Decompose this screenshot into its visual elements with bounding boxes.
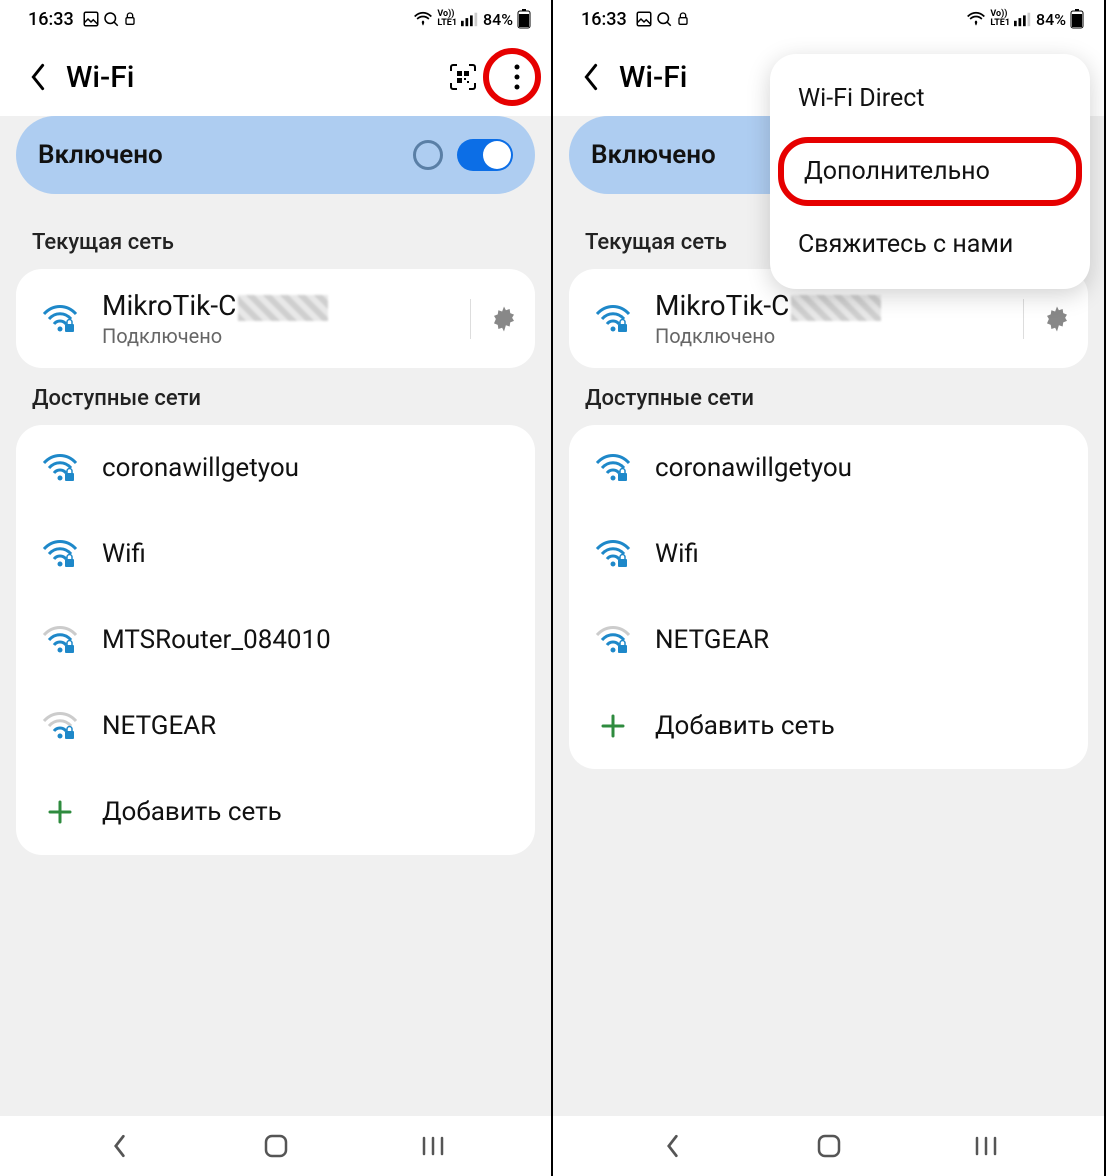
battery-icon — [1070, 9, 1084, 29]
page-title: Wi-Fi — [66, 60, 134, 95]
back-button[interactable] — [20, 59, 56, 95]
current-network-name: MikroTik-C — [102, 289, 462, 322]
qr-scan-button[interactable] — [443, 57, 483, 97]
status-bar: 16:33 Vo))LTE1 84% — [0, 0, 551, 38]
add-network-label: Добавить сеть — [102, 797, 519, 827]
popup-item-wifi-direct[interactable]: Wi-Fi Direct — [770, 64, 1090, 133]
available-networks-card: coronawillgetyou Wifi MTSRouter_084010 N… — [16, 425, 535, 855]
popup-item-advanced[interactable]: Дополнительно — [778, 137, 1082, 206]
refresh-icon[interactable] — [413, 140, 443, 170]
status-left-icons — [82, 10, 138, 28]
wifi-secured-icon — [593, 534, 633, 574]
network-row[interactable]: MTSRouter_084010 — [16, 597, 535, 683]
current-network-name: MikroTik-C — [655, 289, 1015, 322]
nav-recents-button[interactable] — [973, 1135, 999, 1157]
network-name: Wifi — [655, 539, 1072, 569]
nav-bar — [553, 1116, 1104, 1176]
nav-bar — [0, 1116, 551, 1176]
add-network-row[interactable]: Добавить сеть — [16, 769, 535, 855]
add-network-row[interactable]: Добавить сеть — [569, 683, 1088, 769]
network-row[interactable]: coronawillgetyou — [16, 425, 535, 511]
network-name: coronawillgetyou — [102, 453, 519, 483]
current-network-status: Подключено — [655, 324, 1015, 348]
censored-text — [791, 295, 881, 321]
network-row[interactable]: Wifi — [16, 511, 535, 597]
network-name: Wifi — [102, 539, 519, 569]
network-row[interactable]: NETGEAR — [16, 683, 535, 769]
page-title: Wi-Fi — [619, 60, 687, 95]
wifi-secured-weak-icon — [593, 620, 633, 660]
network-settings-button[interactable] — [489, 304, 519, 334]
wifi-switch[interactable] — [457, 139, 513, 171]
wifi-secured-icon — [593, 299, 633, 339]
nav-home-button[interactable] — [816, 1133, 842, 1159]
wifi-status-icon — [966, 11, 986, 27]
wifi-secured-weak-icon — [40, 620, 80, 660]
network-settings-button[interactable] — [1042, 304, 1072, 334]
volte-icon: Vo))LTE1 — [437, 10, 457, 28]
more-options-button[interactable] — [497, 57, 537, 97]
wifi-status-icon — [413, 11, 433, 27]
wifi-toggle-label: Включено — [591, 140, 716, 170]
current-network-card: MikroTik-C Подключено — [16, 269, 535, 368]
popup-item-contact-us[interactable]: Свяжитесь с нами — [770, 210, 1090, 279]
wifi-secured-icon — [40, 534, 80, 574]
section-available-label: Доступные сети — [553, 368, 1104, 425]
wifi-secured-icon — [40, 299, 80, 339]
phone-left: 16:33 Vo))LTE1 84% Wi-Fi — [0, 0, 553, 1176]
current-network-status: Подключено — [102, 324, 462, 348]
phone-right: 16:33 Vo))LTE1 84% Wi-Fi Wi-Fi Direct До… — [553, 0, 1106, 1176]
section-current-label: Текущая сеть — [0, 212, 551, 269]
volte-icon: Vo))LTE1 — [990, 10, 1010, 28]
app-bar: Wi-Fi — [0, 38, 551, 116]
options-popup: Wi-Fi Direct Дополнительно Свяжитесь с н… — [770, 54, 1090, 289]
wifi-secured-icon — [593, 448, 633, 488]
network-row[interactable]: coronawillgetyou — [569, 425, 1088, 511]
network-name: coronawillgetyou — [655, 453, 1072, 483]
battery-text: 84% — [483, 10, 513, 29]
signal-icon — [1014, 11, 1032, 27]
wifi-secured-icon — [40, 448, 80, 488]
available-networks-card: coronawillgetyou Wifi NETGEAR Добавить с… — [569, 425, 1088, 769]
battery-icon — [517, 9, 531, 29]
network-row[interactable]: Wifi — [569, 511, 1088, 597]
status-left-icons — [635, 10, 691, 28]
censored-text — [238, 295, 328, 321]
nav-back-button[interactable] — [106, 1133, 132, 1159]
wifi-secured-weak-icon — [40, 706, 80, 746]
network-name: NETGEAR — [102, 711, 519, 741]
plus-icon — [593, 706, 633, 746]
nav-back-button[interactable] — [659, 1133, 685, 1159]
status-time: 16:33 — [581, 9, 627, 30]
battery-text: 84% — [1036, 10, 1066, 29]
back-button[interactable] — [573, 59, 609, 95]
nav-home-button[interactable] — [263, 1133, 289, 1159]
wifi-toggle-row[interactable]: Включено — [16, 116, 535, 194]
current-network-row[interactable]: MikroTik-C Подключено — [16, 269, 535, 368]
wifi-toggle-label: Включено — [38, 140, 163, 170]
add-network-label: Добавить сеть — [655, 711, 1072, 741]
network-row[interactable]: NETGEAR — [569, 597, 1088, 683]
nav-recents-button[interactable] — [420, 1135, 446, 1157]
status-bar: 16:33 Vo))LTE1 84% — [553, 0, 1104, 38]
network-name: NETGEAR — [655, 625, 1072, 655]
signal-icon — [461, 11, 479, 27]
section-available-label: Доступные сети — [0, 368, 551, 425]
status-time: 16:33 — [28, 9, 74, 30]
plus-icon — [40, 792, 80, 832]
network-name: MTSRouter_084010 — [102, 625, 519, 655]
